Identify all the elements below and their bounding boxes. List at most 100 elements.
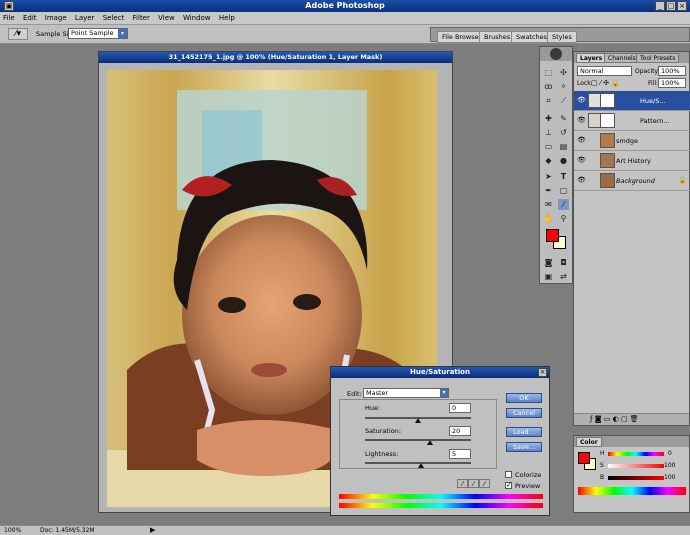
maximize-button[interactable]: □	[666, 1, 676, 11]
eye-icon[interactable]: 👁	[577, 117, 586, 124]
eye-icon[interactable]: 👁	[577, 177, 586, 184]
menu-help[interactable]: Help	[216, 12, 238, 22]
new-layer-icon[interactable]: ▢	[621, 415, 628, 423]
dodge-tool-icon[interactable]: ●	[558, 155, 569, 166]
pen-tool-icon[interactable]: ✒	[543, 185, 554, 196]
colorize-checkbox[interactable]	[505, 471, 512, 478]
fill-field[interactable]: 100%	[658, 78, 686, 88]
blend-mode-select[interactable]: Normal	[577, 66, 632, 76]
eyedropper-tool-icon[interactable]: ⁄	[558, 199, 569, 210]
hue-slider-knob[interactable]	[415, 418, 421, 423]
move-tool-icon[interactable]: ✣	[558, 67, 569, 78]
hue-slider-track[interactable]	[365, 417, 471, 423]
menu-file[interactable]: File	[0, 12, 18, 22]
clone-stamp-icon[interactable]: ⊥	[543, 127, 554, 138]
new-set-icon[interactable]: ▭	[604, 415, 611, 423]
preview-checkbox[interactable]: ✓	[505, 482, 512, 489]
eyedropper-icon[interactable]: ⁄	[457, 479, 468, 488]
tab-swatches[interactable]: Swatches	[511, 31, 553, 43]
quick-mask-icon[interactable]: ◘	[558, 257, 569, 268]
color-fg-swatch[interactable]	[578, 452, 590, 464]
eraser-tool-icon[interactable]: ▭	[543, 141, 554, 152]
blur-tool-icon[interactable]: ◆	[543, 155, 554, 166]
lightness-field[interactable]: 5	[449, 449, 471, 459]
b-value[interactable]: 100	[664, 474, 675, 481]
dialog-close-button[interactable]: ×	[538, 368, 547, 377]
menu-select[interactable]: Select	[100, 12, 128, 22]
tab-brushes[interactable]: Brushes	[479, 31, 516, 43]
add-mask-icon[interactable]: ◙	[595, 415, 602, 423]
eye-icon[interactable]: 👁	[577, 137, 586, 144]
subtract-eyedropper-icon[interactable]: ⁄	[479, 479, 490, 488]
path-selection-icon[interactable]: ➤	[543, 171, 554, 182]
sample-size-select[interactable]: Point Sample ▾	[68, 28, 128, 39]
menu-filter[interactable]: Filter	[130, 12, 153, 22]
magic-wand-tool-icon[interactable]: ✧	[558, 81, 569, 92]
tab-styles[interactable]: Styles	[547, 31, 577, 43]
tab-tool-presets[interactable]: Tool Presets	[636, 53, 680, 63]
edit-select[interactable]: Master ▾	[363, 388, 449, 398]
eyedropper-icon[interactable]: ⁄▾	[8, 28, 28, 40]
layer-row-background[interactable]: 👁 Background 🔒	[574, 171, 690, 191]
close-button[interactable]: ×	[677, 1, 687, 11]
layer-row-pattern[interactable]: 👁 Pattern...	[574, 111, 690, 131]
layer-row-hue-saturation[interactable]: 👁 Hue/S...	[574, 91, 690, 111]
shape-tool-icon[interactable]: ▢	[558, 185, 569, 196]
jump-to-imageready-icon[interactable]: ⇄	[558, 271, 569, 282]
saturation-slider[interactable]	[608, 464, 664, 468]
add-eyedropper-icon[interactable]: ⁄	[468, 479, 479, 488]
hue-slider[interactable]	[608, 452, 664, 456]
tab-layers[interactable]: Layers	[576, 53, 607, 63]
standard-mode-icon[interactable]: ◙	[543, 257, 554, 268]
crop-tool-icon[interactable]: ⌗	[543, 95, 554, 106]
brush-tool-icon[interactable]: ✎	[558, 113, 569, 124]
tab-color[interactable]: Color	[576, 437, 602, 447]
minimize-button[interactable]: _	[655, 1, 665, 11]
brightness-slider[interactable]	[608, 476, 664, 480]
s-value[interactable]: 100	[664, 462, 675, 469]
layer-row-smdge[interactable]: 👁 smdge	[574, 131, 690, 151]
lasso-tool-icon[interactable]: ꝏ	[543, 81, 554, 92]
feather-icon[interactable]	[550, 48, 562, 60]
hand-tool-icon[interactable]: ✋	[543, 213, 554, 224]
saturation-field[interactable]: 20	[449, 426, 471, 436]
new-adjustment-icon[interactable]: ◐	[613, 415, 619, 423]
zoom-tool-icon[interactable]: ⚲	[558, 213, 569, 224]
opacity-field[interactable]: 100%	[658, 66, 686, 76]
cancel-button[interactable]: Cancel	[506, 408, 542, 418]
layer-mask-thumb[interactable]	[600, 113, 615, 128]
tab-channels[interactable]: Channels	[604, 53, 640, 63]
lock-icons[interactable]: ▢ ⁄ ✣ 🔒	[591, 79, 620, 87]
lightness-slider-track[interactable]	[365, 462, 471, 468]
menu-edit[interactable]: Edit	[20, 12, 40, 22]
hue-field[interactable]: 0	[449, 403, 471, 413]
eye-icon[interactable]: 👁	[577, 97, 586, 104]
menu-layer[interactable]: Layer	[72, 12, 98, 22]
history-brush-icon[interactable]: ↺	[558, 127, 569, 138]
h-value[interactable]: 0	[668, 450, 672, 457]
layer-style-icon[interactable]: ƒ	[590, 415, 592, 423]
ok-button[interactable]: OK	[506, 393, 542, 403]
marquee-tool-icon[interactable]: ⬚	[543, 67, 554, 78]
menu-view[interactable]: View	[155, 12, 178, 22]
lightness-slider-knob[interactable]	[418, 463, 424, 468]
notes-tool-icon[interactable]: ✉	[543, 199, 554, 210]
load-button[interactable]: Load...	[506, 427, 542, 437]
zoom-level[interactable]: 100%	[4, 526, 21, 535]
screen-mode-icon[interactable]: ▣	[543, 271, 554, 282]
saturation-slider-knob[interactable]	[427, 440, 433, 445]
trash-icon[interactable]: 🗑	[630, 415, 639, 423]
status-menu-arrow-icon[interactable]: ▶	[150, 526, 155, 535]
save-button[interactable]: Save...	[506, 442, 542, 452]
gradient-tool-icon[interactable]: ▤	[558, 141, 569, 152]
healing-brush-icon[interactable]: ✚	[543, 113, 554, 124]
app-menu-icon[interactable]: ▣	[4, 1, 14, 11]
slice-tool-icon[interactable]: ⟋	[558, 95, 569, 106]
layer-mask-thumb[interactable]	[600, 93, 615, 108]
layer-row-art-history[interactable]: 👁 Art History	[574, 151, 690, 171]
eye-icon[interactable]: 👁	[577, 157, 586, 164]
color-ramp[interactable]	[578, 487, 686, 495]
menu-image[interactable]: Image	[42, 12, 70, 22]
saturation-slider-track[interactable]	[365, 439, 471, 445]
menu-window[interactable]: Window	[180, 12, 214, 22]
